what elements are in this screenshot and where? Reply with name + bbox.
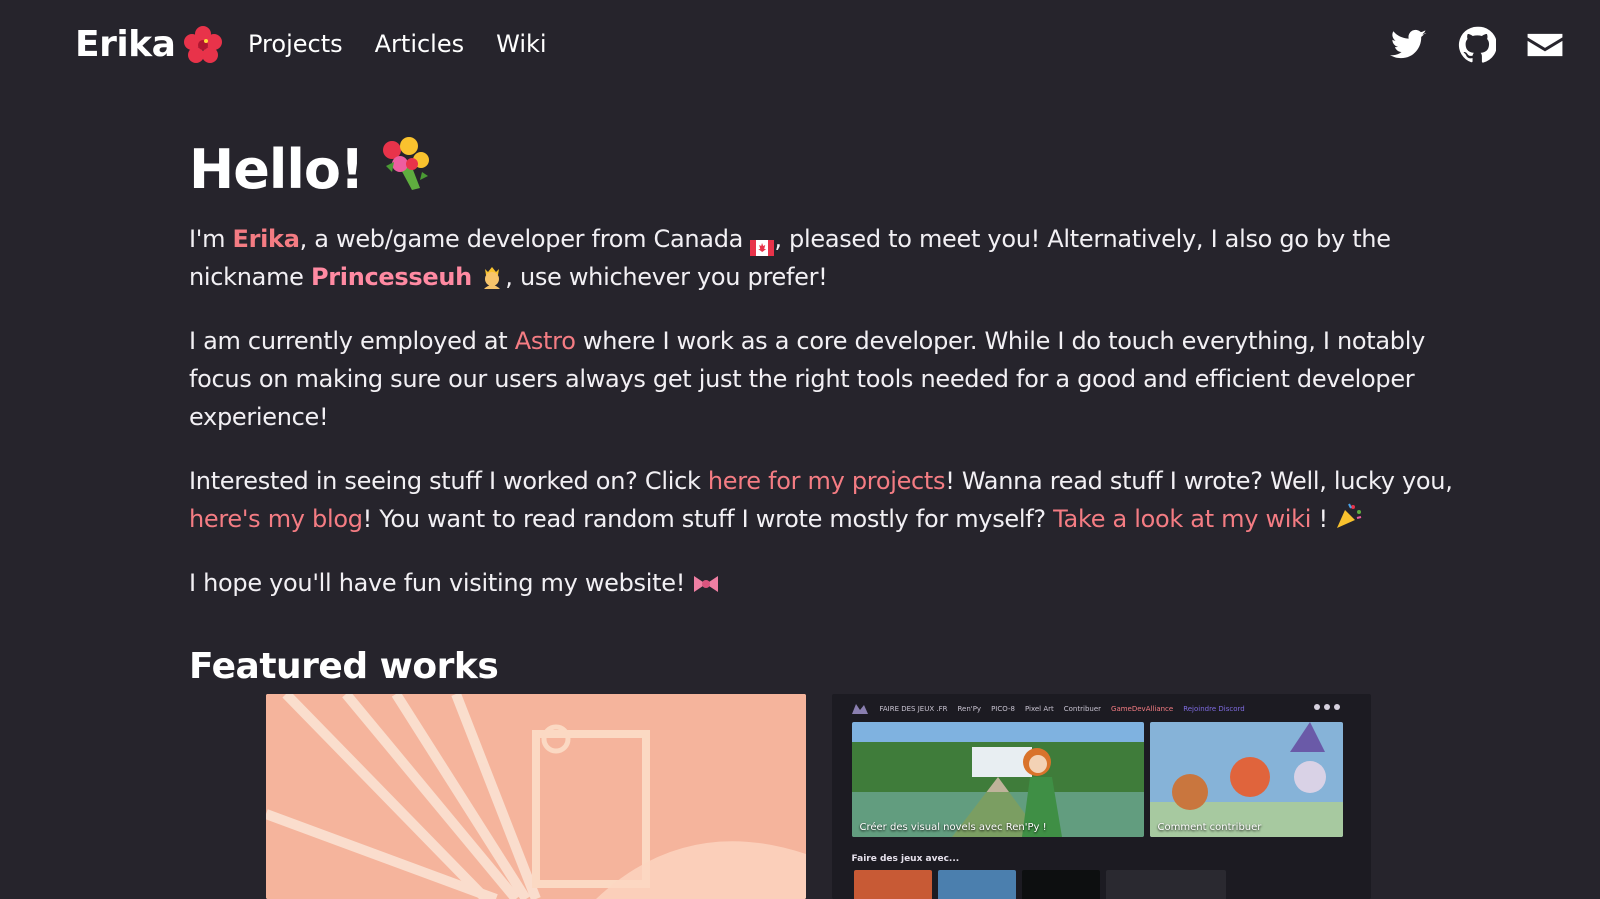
- employment-paragraph: I am currently employed at Astro where I…: [189, 322, 1459, 436]
- card2-social-icons: [1313, 703, 1341, 713]
- party-popper-icon: [1335, 502, 1363, 530]
- card2-tile-contribuer-image: [1149, 722, 1343, 837]
- twitter-icon[interactable]: [1390, 26, 1428, 64]
- card2-site-nav: FAIRE DES JEUX .FR Ren'Py PICO-8 Pixel A…: [850, 702, 1354, 716]
- card2-nav-contribuer: Contribuer: [1063, 705, 1102, 713]
- name-highlight: Erika: [232, 225, 300, 253]
- page-title: Hello!: [189, 128, 1459, 210]
- card2-thumb-3: [1021, 870, 1100, 899]
- closing-text: I hope you'll have fun visiting my websi…: [189, 569, 686, 597]
- card2-logo-icon: [850, 702, 870, 716]
- links-text-4: !: [1311, 505, 1328, 533]
- card2-nav-brand: FAIRE DES JEUX .FR: [879, 705, 948, 713]
- card2-thumb-2: [937, 870, 1016, 899]
- intro-paragraph: I'm Erika, a web/game developer from Can…: [189, 220, 1459, 296]
- links-text-2: ! Wanna read stuff I wrote? Well, lucky …: [945, 467, 1453, 495]
- card2-nav-gamedevalliance: GameDevAlliance: [1111, 705, 1174, 713]
- card2-subheading: Faire des jeux avec...: [851, 854, 960, 864]
- astro-link[interactable]: Astro: [515, 327, 576, 355]
- links-text-1: Interested in seeing stuff I worked on? …: [189, 467, 708, 495]
- nav-link-wiki[interactable]: Wiki: [496, 30, 546, 58]
- card2-nav-pico8: PICO-8: [991, 705, 1015, 713]
- featured-works-grid: FAIRE DES JEUX .FR Ren'Py PICO-8 Pixel A…: [266, 694, 1371, 899]
- canada-flag-icon: [750, 229, 775, 256]
- card2-thumb-1: [853, 870, 932, 899]
- card2-tile-contribuer: Comment contribuer: [1149, 722, 1343, 837]
- social-links: [1390, 26, 1564, 64]
- employment-text-1: I am currently employed at: [189, 327, 515, 355]
- brand-name: Erika: [75, 24, 176, 65]
- hibiscus-icon: [183, 25, 223, 65]
- github-icon[interactable]: [1458, 26, 1497, 64]
- nickname-highlight: Princesseuh: [310, 263, 472, 291]
- intro-text-1: I'm: [189, 225, 233, 253]
- card2-tile-renpy-caption: Créer des visual novels avec Ren'Py !: [859, 822, 1047, 833]
- card2-nav-discord: Rejoindre Discord: [1183, 705, 1245, 713]
- closing-paragraph: I hope you'll have fun visiting my websi…: [189, 564, 1459, 602]
- projects-link[interactable]: here for my projects: [708, 467, 946, 495]
- featured-card-2[interactable]: FAIRE DES JEUX .FR Ren'Py PICO-8 Pixel A…: [831, 694, 1371, 899]
- page-title-text: Hello!: [189, 137, 365, 201]
- card2-thumb-4: [1105, 870, 1226, 899]
- main-content: Hello! I'm Erika, a web/game developer f…: [189, 128, 1459, 687]
- card2-nav-renpy: Ren'Py: [957, 705, 982, 713]
- princess-icon: [479, 262, 505, 289]
- card2-nav-pixelart: Pixel Art: [1024, 705, 1054, 713]
- wiki-link[interactable]: Take a look at my wiki: [1053, 505, 1311, 533]
- links-text-3: ! You want to read random stuff I wrote …: [362, 505, 1054, 533]
- nav-link-articles[interactable]: Articles: [375, 30, 465, 58]
- mail-icon[interactable]: [1526, 26, 1564, 64]
- ribbon-icon: [692, 569, 720, 593]
- blog-link[interactable]: here's my blog: [189, 505, 363, 533]
- card2-tile-renpy: Créer des visual novels avec Ren'Py !: [851, 722, 1144, 837]
- brand-link[interactable]: Erika: [75, 24, 223, 65]
- featured-card-1-image: [266, 694, 806, 899]
- main-nav: Projects Articles Wiki: [248, 30, 547, 58]
- card2-tile-renpy-image: [851, 722, 1144, 837]
- nav-link-projects[interactable]: Projects: [248, 30, 343, 58]
- card2-tile-contribuer-caption: Comment contribuer: [1157, 822, 1262, 833]
- featured-works-heading: Featured works: [189, 646, 499, 687]
- links-paragraph: Interested in seeing stuff I worked on? …: [189, 462, 1459, 538]
- bouquet-icon: [376, 134, 434, 205]
- top-navigation: Erika Projects Articles Wiki: [0, 0, 1600, 92]
- intro-text-2: , a web/game developer from Canada: [299, 225, 751, 253]
- intro-text-4: , use whichever you prefer!: [505, 263, 828, 291]
- featured-card-1[interactable]: [266, 694, 806, 899]
